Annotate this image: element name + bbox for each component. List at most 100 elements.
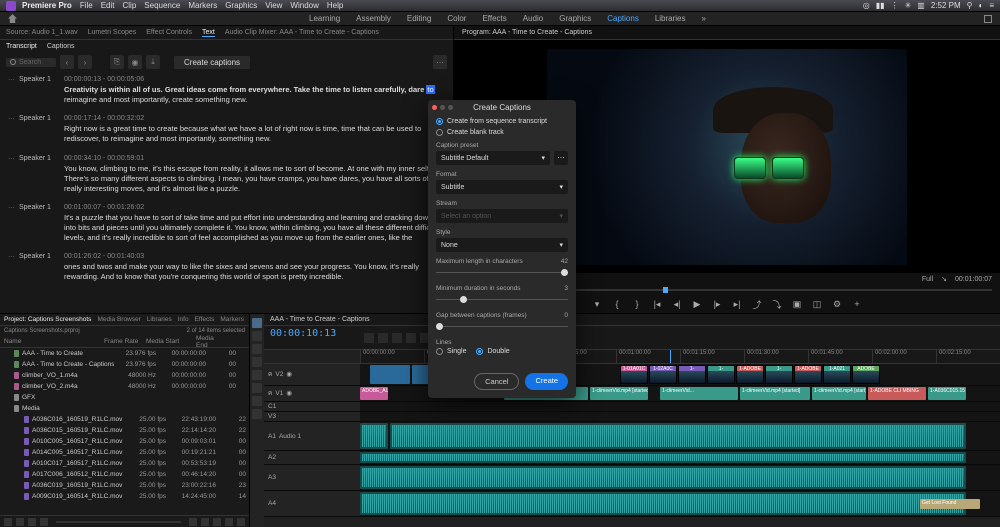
status-spotlight-icon[interactable]: ⚲ xyxy=(967,1,973,10)
speaker-label[interactable]: Speaker 1 xyxy=(8,253,64,282)
status-cc-icon[interactable]: ◎ xyxy=(863,1,870,10)
col-end[interactable]: Media End xyxy=(196,335,226,349)
snap-icon[interactable] xyxy=(364,333,374,343)
project-row[interactable]: A017C006_160512_R1LC.mov25.00 fps00:46:1… xyxy=(0,469,249,480)
project-row[interactable]: A036C016_160519_R1LC.mov25.00 fps22:43:1… xyxy=(0,414,249,425)
style-select[interactable]: None▾ xyxy=(436,238,568,252)
ripple-tool-icon[interactable] xyxy=(252,344,262,354)
sequence-title[interactable]: AAA - Time to Create - Captions xyxy=(270,316,370,323)
selection-tool-icon[interactable] xyxy=(252,318,262,328)
transcript-text[interactable]: Creativity is within all of us. Great id… xyxy=(64,85,445,105)
cancel-button[interactable]: Cancel xyxy=(474,373,519,390)
col-start[interactable]: Media Start xyxy=(146,338,196,345)
ws-captions[interactable]: Captions xyxy=(607,14,639,23)
track-header-v2[interactable]: คV2◉ xyxy=(264,364,360,385)
menu-sequence[interactable]: Sequence xyxy=(144,1,180,10)
transcript-search[interactable]: Search xyxy=(6,58,56,67)
auto-seq-icon[interactable] xyxy=(189,518,197,526)
timeline-clip[interactable]: 1-ADOBE CLI MBING xyxy=(868,387,926,400)
pj-tab-project[interactable]: Project: Captions Screenshots xyxy=(4,316,91,323)
menu-file[interactable]: File xyxy=(80,1,93,10)
ws-audio[interactable]: Audio xyxy=(523,14,543,23)
window-close-icon[interactable] xyxy=(432,105,437,110)
link-icon[interactable] xyxy=(378,333,388,343)
format-select[interactable]: Subtitle▾ xyxy=(436,180,568,194)
col-fps[interactable]: Frame Rate xyxy=(104,338,146,345)
more-icon[interactable]: ⋯ xyxy=(433,55,447,69)
menu-help[interactable]: Help xyxy=(327,1,343,10)
step-back-icon[interactable]: ◂| xyxy=(672,299,682,309)
caption-preset-select[interactable]: Subtitle Default▾ xyxy=(436,151,550,165)
new-bin-icon[interactable] xyxy=(213,518,221,526)
track-a3[interactable] xyxy=(360,465,1000,490)
timeline-timecode[interactable]: 00:00:10:13 xyxy=(270,328,354,339)
transcript-row[interactable]: Speaker 1 00:01:26:02 - 00:01:40:03ones … xyxy=(8,253,445,282)
resolution-icon[interactable]: ↘ xyxy=(941,275,947,283)
timeline-clip[interactable]: ADOBE_AUS xyxy=(360,387,388,400)
mark-out-icon[interactable]: } xyxy=(632,299,642,309)
download-icon[interactable]: ⤓ xyxy=(146,55,160,69)
transcript-row[interactable]: Speaker 1 00:01:00:07 - 00:01:26:02It's … xyxy=(8,204,445,243)
list-view-icon[interactable] xyxy=(16,518,24,526)
pj-tab-fx[interactable]: Effects xyxy=(195,316,215,323)
gap-slider[interactable] xyxy=(436,321,568,333)
home-icon[interactable] xyxy=(8,14,17,23)
menu-markers[interactable]: Markers xyxy=(188,1,217,10)
track-a1[interactable] xyxy=(360,422,1000,451)
search-bin-icon[interactable] xyxy=(201,518,209,526)
radio-single[interactable]: Single xyxy=(436,348,466,355)
track-header-a3[interactable]: A3 xyxy=(264,465,360,490)
timeline-clip[interactable]: 1-climeerVid... xyxy=(660,387,738,400)
track-a4[interactable]: Get Lost Found xyxy=(360,491,1000,516)
track-header-v3[interactable]: V3 xyxy=(264,412,360,421)
status-battery-icon[interactable]: ▮▮ xyxy=(876,1,885,10)
marker-icon[interactable] xyxy=(392,333,402,343)
timeline-tracks[interactable]: คV2◉ 1-01A01C1-02A0C1-2A01DC81-A038C011-… xyxy=(264,364,1000,517)
razor-tool-icon[interactable] xyxy=(252,357,262,367)
project-row[interactable]: A014C005_160517_R1LC.mov25.00 fps00:19:2… xyxy=(0,447,249,458)
track-header-v1[interactable]: คV1◉ xyxy=(264,386,360,401)
create-button[interactable]: Create xyxy=(525,373,568,390)
speaker-icon[interactable]: ◉ xyxy=(128,55,142,69)
status-vol-icon[interactable]: ▥ xyxy=(917,1,925,10)
src-tab-source[interactable]: Source: Audio 1_1.wav xyxy=(6,29,78,36)
menu-edit[interactable]: Edit xyxy=(101,1,115,10)
project-row[interactable]: A010C017_160517_R1LC.mov25.00 fps00:53:5… xyxy=(0,458,249,469)
project-tree[interactable]: AAA - Time to Create23.976 fps00:00:00:0… xyxy=(0,348,249,515)
project-row[interactable]: GFX xyxy=(0,392,249,403)
project-row[interactable]: climber_VO_1.m4a48000 Hz00:00:00:0000 xyxy=(0,370,249,381)
button-editor-icon[interactable]: + xyxy=(852,299,862,309)
pj-tab-media[interactable]: Media Browser xyxy=(97,316,140,323)
step-fwd-icon[interactable]: |▸ xyxy=(712,299,722,309)
zoom-label[interactable]: Full xyxy=(922,276,933,283)
settings-icon[interactable]: ⚙ xyxy=(832,299,842,309)
sub-tab-captions[interactable]: Captions xyxy=(47,43,75,50)
track-header-a2[interactable]: A2 xyxy=(264,451,360,464)
src-tab-effectctrl[interactable]: Effect Controls xyxy=(146,29,192,36)
radio-blank-track[interactable]: Create blank track xyxy=(436,129,568,136)
mark-in-icon[interactable]: { xyxy=(612,299,622,309)
create-captions-button[interactable]: Create captions xyxy=(174,56,250,69)
add-marker-icon[interactable]: ▾ xyxy=(592,299,602,309)
speaker-label[interactable]: Speaker 1 xyxy=(8,155,64,194)
menu-clip[interactable]: Clip xyxy=(123,1,137,10)
pj-tab-info[interactable]: Info xyxy=(178,316,189,323)
project-row[interactable]: climber_VO_2.m4a48000 Hz00:00:00:0000 xyxy=(0,381,249,392)
transcript-row[interactable]: Speaker 1 00:00:17:14 - 00:00:32:02Right… xyxy=(8,115,445,144)
menu-graphics[interactable]: Graphics xyxy=(225,1,257,10)
next-result-icon[interactable]: › xyxy=(78,55,92,69)
status-control-icon[interactable]: ≡ xyxy=(989,1,994,10)
settings-icon[interactable] xyxy=(406,333,416,343)
preset-more-icon[interactable]: ⋯ xyxy=(554,151,568,165)
pj-tab-lib[interactable]: Libraries xyxy=(147,316,172,323)
status-bt-icon[interactable]: ✳ xyxy=(905,1,912,10)
project-row[interactable]: AAA - Time to Create - Captions23.976 fp… xyxy=(0,359,249,370)
filter-icon[interactable] xyxy=(4,518,12,526)
ws-overflow-icon[interactable]: » xyxy=(702,14,706,23)
status-user-icon[interactable]: ◐ xyxy=(978,1,983,10)
track-a2[interactable] xyxy=(360,451,1000,464)
track-header-a1[interactable]: A1Audio 1 xyxy=(264,422,360,451)
play-icon[interactable]: ▶ xyxy=(692,299,702,309)
slip-tool-icon[interactable] xyxy=(252,370,262,380)
pj-tab-markers[interactable]: Markers xyxy=(220,316,243,323)
